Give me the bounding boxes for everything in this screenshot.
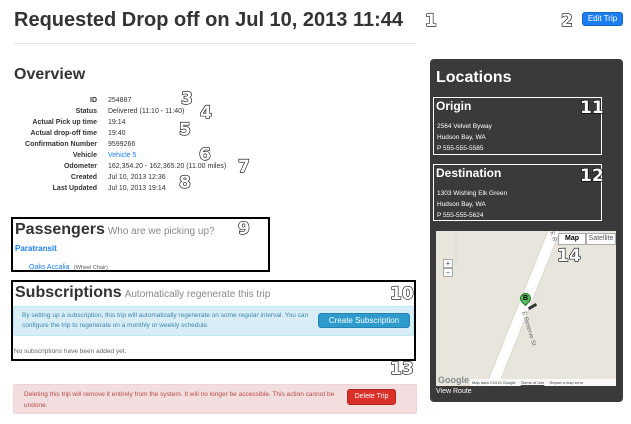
subscriptions-heading: Subscriptions Automatically regenerate th…: [15, 284, 270, 302]
google-logo: Google: [438, 375, 469, 385]
dropoff-time-label: Actual drop-off time: [30, 130, 98, 137]
subscription-info-alert: By setting up a subscription, this trip …: [13, 306, 414, 336]
vehicle-label: Vehicle: [72, 152, 97, 159]
status-value: Delivered (11:10 - 11:40): [108, 108, 185, 115]
passenger-name-link[interactable]: Oaks Accalia: [29, 264, 69, 271]
overview-heading: Overview: [14, 66, 86, 83]
id-label: ID: [90, 97, 97, 104]
created-value: Jul 10, 2013 12:36: [108, 174, 166, 181]
dropoff-time-value: 19:40: [108, 130, 126, 137]
annotation-1: 1: [424, 11, 437, 31]
origin-box: Origin 2564 Velvet Byway Hudson Bay, WA …: [433, 97, 602, 155]
map-attribution: Map data ©2013 Google Terms of Use Repor…: [470, 379, 616, 386]
annotation-13: 13: [389, 359, 414, 379]
passenger-note: (Wheel Chair): [73, 265, 108, 271]
last-updated-value: Jul 10, 2013 19:14: [108, 185, 166, 192]
subscriptions-empty-text: No subscriptions have been added yet.: [14, 348, 127, 355]
passenger-row: Oaks Accalia (Wheel Chair): [29, 256, 108, 274]
map-attribution-text: Map data ©2013 Google: [472, 380, 516, 385]
view-route-link[interactable]: View Route: [436, 388, 472, 395]
vehicle-link[interactable]: Vehicle 5: [108, 152, 136, 159]
destination-address: 1303 Wishing Elk Green: [437, 190, 508, 197]
annotation-3: 3: [180, 89, 193, 109]
annotation-10: 10: [389, 284, 414, 304]
locations-heading: Locations: [436, 69, 512, 86]
annotation-7: 7: [237, 157, 250, 177]
zoom-in-button[interactable]: +: [443, 259, 453, 268]
map-terms-link[interactable]: Terms of Use: [521, 380, 545, 385]
origin-phone: P 555-555-5585: [437, 145, 484, 152]
title-divider: [14, 43, 416, 44]
passengers-heading: Passengers Who are we picking up?: [15, 221, 215, 239]
annotation-9: 9: [237, 219, 250, 239]
status-label: Status: [75, 108, 97, 115]
passengers-title: Passengers: [15, 221, 105, 238]
map-type-map-button[interactable]: Map: [558, 233, 586, 245]
destination-box: Destination 1303 Wishing Elk Green Hudso…: [433, 164, 602, 221]
destination-city: Hudson Bay, WA: [437, 201, 486, 208]
passengers-subtitle: Who are we picking up?: [107, 226, 215, 237]
zoom-out-button[interactable]: −: [443, 268, 453, 277]
id-value: 254887: [108, 97, 132, 104]
created-label: Created: [70, 174, 97, 181]
destination-heading: Destination: [436, 166, 502, 180]
map-canvas: [436, 231, 616, 386]
map-marker-label: B: [522, 295, 529, 302]
destination-phone: P 555-555-5624: [437, 212, 484, 219]
annotation-5: 5: [178, 120, 191, 140]
map-type-satellite-button[interactable]: Satellite: [586, 233, 616, 245]
last-updated-label: Last Updated: [52, 185, 97, 192]
confirmation-label: Confirmation Number: [25, 141, 97, 148]
map-report-link[interactable]: Report a map error: [549, 380, 583, 385]
pickup-time-value: 19:14: [108, 119, 126, 126]
origin-address: 2564 Velvet Byway: [437, 123, 492, 130]
edit-trip-button[interactable]: Edit Trip: [582, 12, 623, 26]
origin-city: Hudson Bay, WA: [437, 134, 486, 141]
annotation-6: 6: [198, 145, 211, 165]
passengers-section: Passengers Who are we picking up? Paratra…: [11, 217, 270, 272]
delete-warning-text: Deleting this trip will remove it entire…: [24, 391, 335, 409]
subscriptions-subtitle: Automatically regenerate this trip: [124, 289, 271, 300]
annotation-12: 12: [579, 166, 604, 186]
odometer-label: Odometer: [63, 163, 97, 170]
annotation-11: 11: [579, 98, 604, 118]
subscription-info-text: By setting up a subscription, this trip …: [22, 312, 309, 329]
confirmation-value: 9599266: [108, 141, 136, 148]
annotation-8: 8: [178, 173, 191, 193]
subscriptions-title: Subscriptions: [15, 284, 122, 301]
annotation-2: 2: [560, 11, 573, 31]
overview-list: ID 254887 Status Delivered (11:10 - 11:4…: [0, 97, 300, 197]
pickup-time-label: Actual Pick up time: [32, 119, 97, 126]
annotation-4: 4: [199, 103, 212, 123]
annotation-14: 14: [556, 246, 581, 266]
route-map[interactable]: Map Satellite + − E Reserve St E R B Goo…: [436, 231, 616, 386]
page-title: Requested Drop off on Jul 10, 2013 11:44: [14, 9, 404, 31]
create-subscription-button[interactable]: Create Subscription: [318, 313, 410, 328]
delete-trip-button[interactable]: Delete Trip: [347, 389, 396, 405]
delete-warning-alert: Deleting this trip will remove it entire…: [13, 384, 417, 414]
passenger-group-link[interactable]: Paratransit: [15, 244, 57, 253]
origin-heading: Origin: [436, 99, 472, 113]
